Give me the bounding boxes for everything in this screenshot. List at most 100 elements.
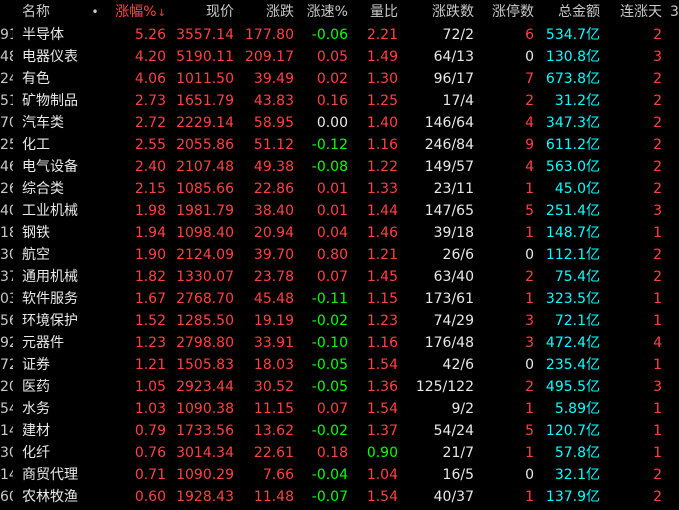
amount-value: 120.7 — [545, 423, 586, 439]
row-volume-ratio: 1.04 — [366, 467, 398, 483]
amount-unit: 亿 — [586, 49, 600, 65]
row-speed: -0.10 — [311, 335, 348, 351]
amount-unit: 亿 — [586, 93, 600, 109]
row-total-amount: 75.4亿 — [540, 266, 600, 288]
table-row[interactable]: 51 矿物制品 2.73 1651.79 43.83 0.16 1.25 17/4 2 31.2亿… — [0, 90, 679, 112]
row-change: 177.80 — [245, 27, 294, 43]
row-speed: -0.05 — [311, 379, 348, 395]
row-consecutive-up-days: 3 — [653, 203, 662, 219]
table-row[interactable]: 14 商贸代理 0.71 1090.29 7.66 -0.04 1.04 16/5 0 32.1亿… — [0, 464, 679, 486]
table-row[interactable]: 91 半导体 5.26 3557.14 177.80 -0.06 2.21 72/2 6 534.… — [0, 24, 679, 46]
amount-unit: 亿 — [586, 137, 600, 153]
row-change: 22.61 — [253, 445, 294, 461]
table-row[interactable]: 20 医药 1.05 2923.44 30.52 -0.05 1.36 125/122 2 495… — [0, 376, 679, 398]
row-change: 7.66 — [262, 467, 294, 483]
row-limit-up-count: 1 — [525, 181, 534, 197]
col-header-total-amount[interactable]: 总金额 — [540, 2, 600, 22]
amount-value: 251.4 — [545, 203, 586, 219]
amount-unit: 亿 — [586, 291, 600, 307]
amount-value: 235.4 — [545, 357, 586, 373]
row-change: 19.19 — [253, 313, 294, 329]
amount-unit: 亿 — [586, 401, 600, 417]
amount-unit: 亿 — [586, 27, 600, 43]
row-up-down-count: 16/5 — [442, 467, 474, 483]
col-header-speed[interactable]: 涨速% — [300, 2, 348, 22]
col-header-pct[interactable]: 涨幅%↓ — [108, 2, 166, 24]
row-speed: 0.80 — [316, 247, 348, 263]
table-row[interactable]: 37 通用机械 1.82 1330.07 23.78 0.07 1.45 63/40 2 75.4… — [0, 266, 679, 288]
row-pct-change: 1.94 — [134, 225, 166, 241]
column-menu-dot-icon[interactable]: • — [90, 2, 100, 22]
amount-unit: 亿 — [586, 115, 600, 131]
table-row[interactable]: 54 水务 1.03 1090.38 11.15 0.07 1.54 9/2 1 5.89亿 1 — [0, 398, 679, 420]
row-pct-change: 2.72 — [134, 115, 166, 131]
table-row[interactable]: 24 有色 4.06 1011.50 39.49 0.02 1.30 96/17 7 673.8亿… — [0, 68, 679, 90]
row-up-down-count: 40/37 — [433, 489, 474, 505]
amount-value: 347.3 — [545, 115, 586, 131]
row-speed: 0.04 — [316, 225, 348, 241]
row-pct-change: 1.05 — [134, 379, 166, 395]
row-volume-ratio: 1.44 — [366, 203, 398, 219]
row-code: 40 — [0, 203, 13, 219]
table-row[interactable]: 30 航空 1.90 2124.09 39.70 0.80 1.21 26/6 0 112.1亿 2 — [0, 244, 679, 266]
col-header-overflow[interactable]: 3 — [670, 2, 679, 22]
row-consecutive-up-days: 1 — [653, 313, 662, 329]
col-header-change[interactable]: 涨跌 — [242, 2, 294, 22]
table-row[interactable]: 18 钢铁 1.94 1098.40 20.94 0.04 1.46 39/18 1 148.7亿… — [0, 222, 679, 244]
row-pct-change: 1.67 — [134, 291, 166, 307]
row-code: 51 — [0, 93, 13, 109]
sector-ranking-board: 名称 • 涨幅%↓ 现价 涨跌 涨速% 量比 涨跌数 涨停数 总金额 连涨天 3… — [0, 0, 679, 510]
row-volume-ratio: 1.16 — [366, 137, 398, 153]
row-total-amount: 534.7亿 — [540, 24, 600, 46]
row-pct-change: 1.23 — [134, 335, 166, 351]
col-header-volume-ratio[interactable]: 量比 — [354, 2, 398, 22]
table-row[interactable]: 40 工业机械 1.98 1981.79 38.40 0.01 1.44 147/65 5 251… — [0, 200, 679, 222]
col-header-consecutive-up-days[interactable]: 连涨天 — [608, 2, 662, 22]
row-limit-up-count: 0 — [525, 49, 534, 65]
table-row[interactable]: 46 电气设备 2.40 2107.48 49.38 -0.08 1.22 149/57 4 56… — [0, 156, 679, 178]
col-header-limit-up-count[interactable]: 涨停数 — [486, 2, 534, 22]
table-row[interactable]: 60 农林牧渔 0.60 1928.43 11.48 -0.07 1.54 40/37 1 137… — [0, 486, 679, 508]
col-header-up-down-count[interactable]: 涨跌数 — [408, 2, 474, 22]
row-code: 25 — [0, 137, 13, 153]
row-sector-name: 软件服务 — [22, 291, 78, 307]
row-speed: -0.02 — [311, 423, 348, 439]
amount-value: 45.0 — [554, 181, 586, 197]
table-row[interactable]: 48 电器仪表 4.20 5190.11 209.17 0.05 1.49 64/13 0 130… — [0, 46, 679, 68]
amount-unit: 亿 — [586, 379, 600, 395]
row-sector-name: 农林牧渔 — [22, 489, 78, 505]
row-pct-change: 2.15 — [134, 181, 166, 197]
row-change: 11.48 — [253, 489, 294, 505]
sort-desc-arrow-icon: ↓ — [157, 8, 166, 19]
row-total-amount: 235.4亿 — [540, 354, 600, 376]
row-consecutive-up-days: 2 — [653, 489, 662, 505]
table-row[interactable]: 30 化纤 0.76 3014.34 22.61 0.18 0.90 21/7 1 57.8亿 1 — [0, 442, 679, 464]
table-row[interactable]: 25 化工 2.55 2055.86 51.12 -0.12 1.16 246/84 9 611.… — [0, 134, 679, 156]
row-change: 22.86 — [253, 181, 294, 197]
table-row[interactable]: 26 综合类 2.15 1085.66 22.86 0.01 1.33 23/11 1 45.0亿… — [0, 178, 679, 200]
row-consecutive-up-days: 2 — [653, 27, 662, 43]
table-row[interactable]: 72 证券 1.21 1505.83 18.03 -0.05 1.54 42/6 0 235.4亿… — [0, 354, 679, 376]
row-change: 39.49 — [253, 71, 294, 87]
row-total-amount: 72.1亿 — [540, 310, 600, 332]
row-consecutive-up-days: 1 — [653, 423, 662, 439]
row-volume-ratio: 1.23 — [366, 313, 398, 329]
table-row[interactable]: 56 环境保护 1.52 1285.50 19.19 -0.02 1.23 74/29 3 72.… — [0, 310, 679, 332]
table-row[interactable]: 92 元器件 1.23 2798.80 33.91 -0.10 1.16 176/48 3 472… — [0, 332, 679, 354]
row-sector-name: 有色 — [22, 71, 50, 87]
row-change: 49.38 — [253, 159, 294, 175]
row-total-amount: 323.5亿 — [540, 288, 600, 310]
amount-unit: 亿 — [586, 269, 600, 285]
amount-unit: 亿 — [586, 225, 600, 241]
row-volume-ratio: 1.25 — [366, 93, 398, 109]
row-speed: 0.07 — [316, 401, 348, 417]
table-row[interactable]: 03 软件服务 1.67 2768.70 45.48 -0.11 1.15 173/61 1 32… — [0, 288, 679, 310]
table-row[interactable]: 14 建材 0.79 1733.56 13.62 -0.02 1.37 54/24 5 120.7… — [0, 420, 679, 442]
col-header-price[interactable]: 现价 — [174, 2, 234, 22]
row-total-amount: 251.4亿 — [540, 200, 600, 222]
amount-value: 495.5 — [545, 379, 586, 395]
table-row[interactable]: 70 汽车类 2.72 2229.14 58.95 0.00 1.40 146/64 4 347.… — [0, 112, 679, 134]
row-total-amount: 495.5亿 — [540, 376, 600, 398]
amount-value: 323.5 — [545, 291, 586, 307]
row-pct-change: 1.03 — [134, 401, 166, 417]
